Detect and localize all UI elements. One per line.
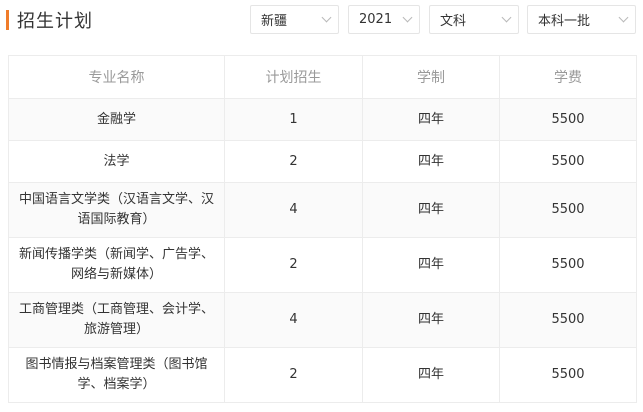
table-row: 中国语言文学类（汉语言文学、汉语国际教育） 4 四年 5500 bbox=[8, 182, 637, 238]
cell-tuition: 5500 bbox=[499, 140, 637, 183]
column-header-duration: 学制 bbox=[362, 55, 500, 99]
table-row: 工商管理类（工商管理、会计学、旅游管理） 4 四年 5500 bbox=[8, 292, 637, 348]
year-select[interactable]: 2021 bbox=[348, 5, 420, 34]
year-select-value: 2021 bbox=[359, 12, 393, 27]
cell-plan: 2 bbox=[224, 237, 363, 293]
cell-tuition: 5500 bbox=[499, 237, 637, 293]
cell-plan: 4 bbox=[224, 182, 363, 238]
cell-major: 金融学 bbox=[8, 98, 225, 141]
cell-plan: 4 bbox=[224, 292, 363, 348]
page-title: 招生计划 bbox=[17, 11, 93, 32]
table-row: 图书情报与档案管理类（图书馆学、档案学） 2 四年 5500 bbox=[8, 347, 637, 403]
cell-major: 新闻传播学类（新闻学、广告学、网络与新媒体） bbox=[8, 237, 225, 293]
enrollment-plan-table: 专业名称 计划招生 学制 学费 金融学 1 四年 5500 法学 2 四年 55… bbox=[8, 55, 637, 403]
cell-tuition: 5500 bbox=[499, 347, 637, 403]
subject-select[interactable]: 文科 bbox=[429, 5, 519, 34]
title-wrap: 招生计划 bbox=[6, 8, 93, 32]
cell-major: 图书情报与档案管理类（图书馆学、档案学） bbox=[8, 347, 225, 403]
cell-plan: 1 bbox=[224, 98, 363, 141]
chevron-down-icon bbox=[402, 12, 413, 23]
cell-plan: 2 bbox=[224, 140, 363, 183]
enrollment-plan-page: 招生计划 新疆 2021 文科 本科一批 专业名称 计划招生 学制 学费 金融学… bbox=[0, 0, 643, 412]
cell-plan: 2 bbox=[224, 347, 363, 403]
cell-tuition: 5500 bbox=[499, 292, 637, 348]
cell-duration: 四年 bbox=[362, 292, 500, 348]
province-select-value: 新疆 bbox=[261, 14, 288, 29]
cell-major: 法学 bbox=[8, 140, 225, 183]
section-header: 招生计划 新疆 2021 文科 本科一批 bbox=[0, 0, 643, 42]
batch-select-value: 本科一批 bbox=[538, 14, 591, 29]
cell-duration: 四年 bbox=[362, 182, 500, 238]
cell-duration: 四年 bbox=[362, 140, 500, 183]
subject-select-value: 文科 bbox=[440, 14, 467, 29]
column-header-tuition: 学费 bbox=[499, 55, 637, 99]
cell-major: 中国语言文学类（汉语言文学、汉语国际教育） bbox=[8, 182, 225, 238]
cell-duration: 四年 bbox=[362, 237, 500, 293]
table-row: 新闻传播学类（新闻学、广告学、网络与新媒体） 2 四年 5500 bbox=[8, 237, 637, 293]
table-header-row: 专业名称 计划招生 学制 学费 bbox=[8, 55, 637, 99]
province-select[interactable]: 新疆 bbox=[250, 5, 339, 34]
cell-duration: 四年 bbox=[362, 347, 500, 403]
chevron-down-icon bbox=[501, 12, 512, 23]
title-accent-bar bbox=[6, 10, 9, 30]
table-row: 金融学 1 四年 5500 bbox=[8, 98, 637, 141]
cell-tuition: 5500 bbox=[499, 98, 637, 141]
chevron-down-icon bbox=[618, 12, 629, 23]
batch-select[interactable]: 本科一批 bbox=[527, 5, 636, 34]
column-header-plan: 计划招生 bbox=[224, 55, 363, 99]
chevron-down-icon bbox=[321, 12, 332, 23]
cell-tuition: 5500 bbox=[499, 182, 637, 238]
table-row: 法学 2 四年 5500 bbox=[8, 140, 637, 183]
cell-duration: 四年 bbox=[362, 98, 500, 141]
cell-major: 工商管理类（工商管理、会计学、旅游管理） bbox=[8, 292, 225, 348]
column-header-major: 专业名称 bbox=[8, 55, 225, 99]
